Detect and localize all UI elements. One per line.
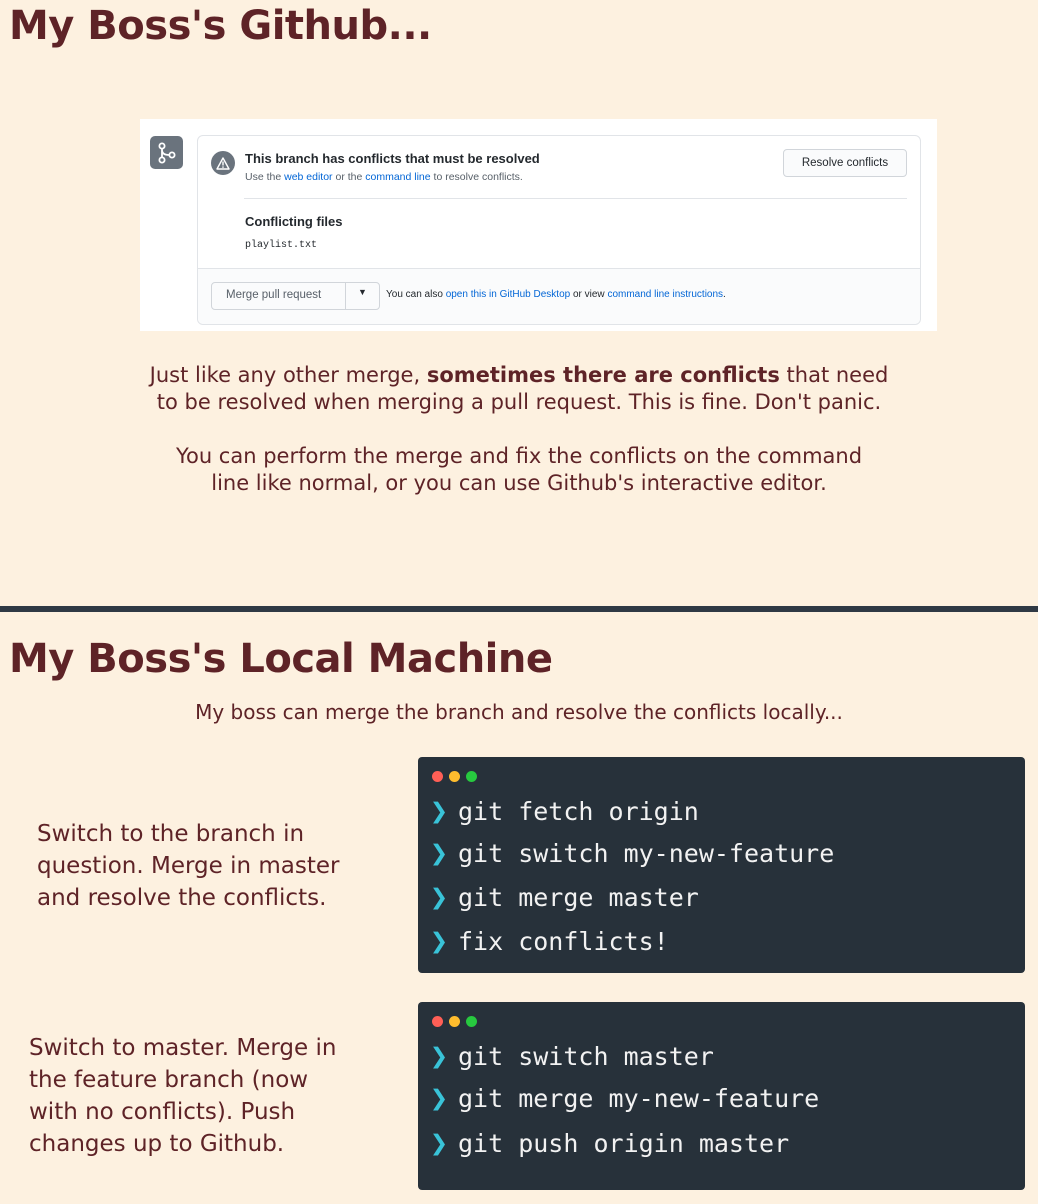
command-line-link[interactable]: command line [365,171,430,183]
conflict-title: This branch has conflicts that must be r… [245,151,540,166]
merge-conflict-box: This branch has conflicts that must be r… [197,135,921,325]
prompt-chevron-icon: ❯ [429,923,449,959]
prompt-chevron-icon: ❯ [429,1038,449,1074]
git-merge-icon [150,136,183,169]
command-line: ❯ git merge my-new-feature [428,1078,819,1118]
github-desktop-link[interactable]: open this in GitHub Desktop [446,289,571,300]
merge-footer: Merge pull request ▼ You can also open t… [198,268,920,324]
footer-text: You can also open this in GitHub Desktop… [386,289,726,300]
web-editor-link[interactable]: web editor [284,171,332,183]
close-dot-icon [432,771,443,782]
local-subtitle: My boss can merge the branch and resolve… [195,700,843,724]
github-screenshot: This branch has conflicts that must be r… [140,119,937,331]
command-text: fix conflicts! [458,926,669,956]
merge-pull-request-button[interactable]: Merge pull request ▼ [211,282,380,310]
button-separator [345,283,346,309]
prompt-chevron-icon: ❯ [429,793,449,829]
prompt-chevron-icon: ❯ [429,835,449,871]
command-text: git switch master [458,1041,714,1071]
section-title-local: My Boss's Local Machine [9,636,553,682]
terminal-step1: ❯ git fetch origin ❯ git switch my-new-fea… [418,757,1025,973]
section-divider [0,606,1038,612]
step2-description: Switch to master. Merge in the feature br… [29,1035,337,1157]
step1-description: Switch to the branch in question. Merge i… [37,821,340,911]
command-line: ❯ git merge master [428,877,699,917]
command-line: ❯ fix conflicts! [428,921,669,961]
alert-icon [211,151,235,175]
resolve-conflicts-button[interactable]: Resolve conflicts [783,149,907,177]
close-dot-icon [432,1016,443,1027]
conflicting-file: playlist.txt [245,240,318,251]
maximize-dot-icon [466,1016,477,1027]
command-text: git push origin master [458,1128,790,1158]
emphasis-text: sometimes there are conflicts [426,363,780,387]
terminal-step2: ❯ git switch master ❯ git merge my-new-fea… [418,1002,1025,1190]
minimize-dot-icon [449,771,460,782]
conflicting-files-title: Conflicting files [245,214,343,229]
prompt-chevron-icon: ❯ [429,1080,449,1116]
section-title-github: My Boss's Github... [9,3,432,49]
window-controls [432,771,477,782]
command-text: git merge my-new-feature [458,1083,820,1113]
merge-button-label: Merge pull request [226,289,322,301]
divider [244,198,907,199]
maximize-dot-icon [466,771,477,782]
paragraph-conflicts: Just like any other merge, sometimes the… [149,363,889,414]
conflict-subtext: Use the web editor or the command line t… [245,171,523,183]
command-line: ❯ git push origin master [428,1123,789,1163]
paragraph-options: You can perform the merge and fix the co… [175,444,863,495]
command-text: git merge master [458,882,699,912]
command-line: ❯ git switch my-new-feature [428,833,834,873]
minimize-dot-icon [449,1016,460,1027]
command-line: ❯ git fetch origin [428,791,699,831]
chevron-down-icon[interactable]: ▼ [358,287,367,297]
prompt-chevron-icon: ❯ [429,879,449,915]
command-text: git switch my-new-feature [458,838,835,868]
window-controls [432,1016,477,1027]
command-text: git fetch origin [458,796,699,826]
command-line-instructions-link[interactable]: command line instructions [607,289,723,300]
prompt-chevron-icon: ❯ [429,1125,449,1161]
command-line: ❯ git switch master [428,1036,714,1076]
